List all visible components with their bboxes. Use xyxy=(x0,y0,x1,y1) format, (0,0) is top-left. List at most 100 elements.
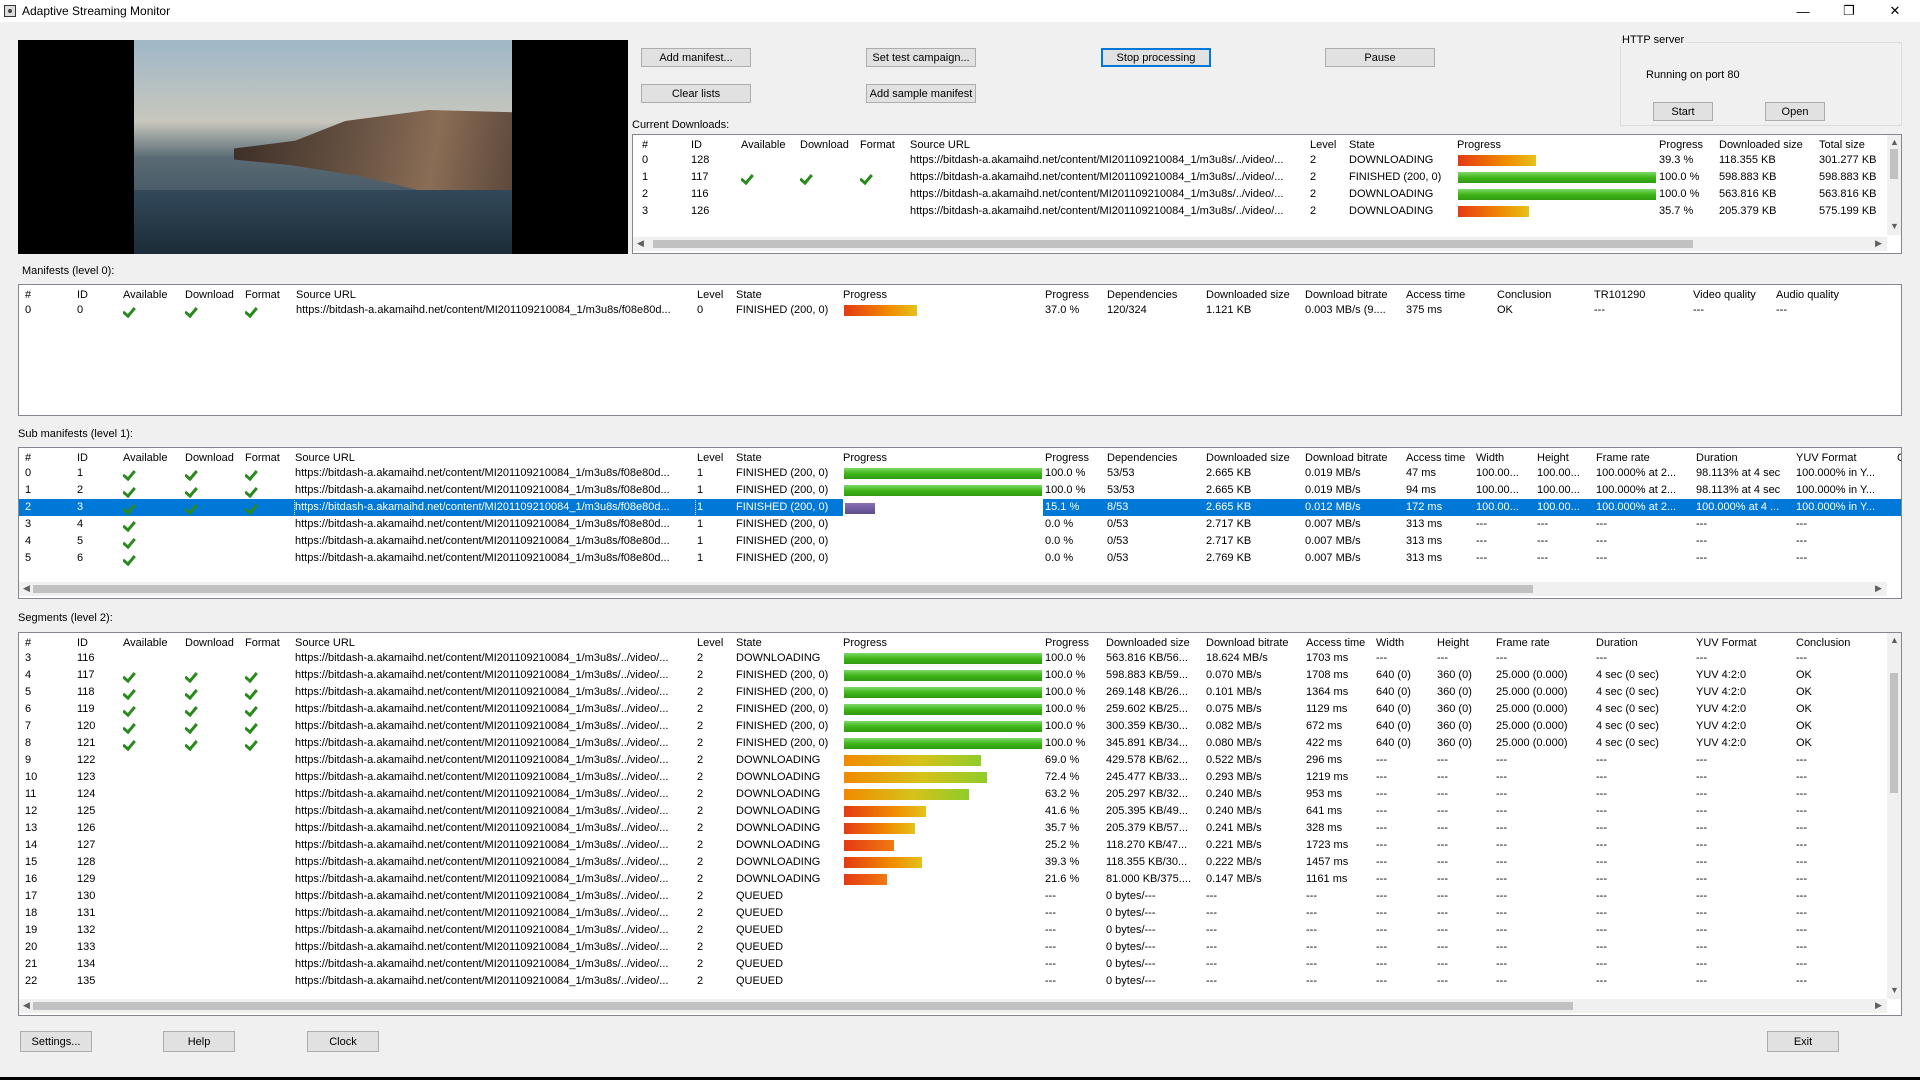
scroll-thumb[interactable] xyxy=(1890,673,1898,793)
cell-w: 640 (0) xyxy=(1376,720,1411,732)
stop-processing-button[interactable]: Stop processing xyxy=(1101,48,1211,67)
add-sample-manifest-button[interactable]: Add sample manifest xyxy=(866,84,976,103)
scroll-right-icon[interactable]: ▶ xyxy=(1875,583,1882,594)
cell-id: 4 xyxy=(77,518,84,530)
segments-list[interactable]: # ID Available Download Format Source URL Leve… xyxy=(18,632,1902,1016)
clear-lists-button[interactable]: Clear lists xyxy=(641,84,751,103)
scroll-right-icon[interactable]: ▶ xyxy=(1875,238,1882,249)
scroll-down-icon[interactable]: ▼ xyxy=(1890,985,1899,995)
help-button[interactable]: Help xyxy=(163,1031,235,1052)
table-row[interactable]: 21 134 https://bitdash-a.akamaihd.net/cont… xyxy=(19,956,1901,973)
table-row[interactable]: 3 4 https://bitdash-a.akamaihd.net/content… xyxy=(19,516,1901,533)
maximize-button[interactable]: ❐ xyxy=(1826,0,1872,22)
manifests-list[interactable]: # ID Available Download Format Source URL Leve… xyxy=(18,284,1902,416)
add-manifest-button[interactable]: Add manifest... xyxy=(641,48,751,67)
exit-button[interactable]: Exit xyxy=(1767,1031,1839,1052)
cell-h: --- xyxy=(1437,856,1448,868)
scroll-up-icon[interactable]: ▲ xyxy=(1890,635,1899,645)
cell-dl: 2.717 KB xyxy=(1206,535,1252,547)
sub-manifests-label: Sub manifests (level 1): xyxy=(18,428,133,440)
minimize-button[interactable]: — xyxy=(1780,0,1826,22)
table-row[interactable]: 13 126 https://bitdash-a.akamaihd.net/cont… xyxy=(19,820,1901,837)
table-row[interactable]: 14 127 https://bitdash-a.akamaihd.net/cont… xyxy=(19,837,1901,854)
table-row[interactable]: 0 0 https://bitdash-a.akamaihd.net/content… xyxy=(19,302,1901,319)
table-row[interactable]: 0 128 https://bitdash-a.akamaihd.net/conte… xyxy=(633,152,1901,169)
cell-yuv: --- xyxy=(1796,552,1807,564)
cell-yuv: --- xyxy=(1696,958,1707,970)
http-open-button[interactable]: Open xyxy=(1765,102,1825,121)
checkmark-icon xyxy=(245,305,259,315)
table-row[interactable]: 11 124 https://bitdash-a.akamaihd.net/cont… xyxy=(19,786,1901,803)
close-button[interactable]: ✕ xyxy=(1872,0,1918,22)
progress-bar xyxy=(843,465,1043,482)
table-row[interactable]: 20 133 https://bitdash-a.akamaihd.net/cont… xyxy=(19,939,1901,956)
table-row[interactable]: 15 128 https://bitdash-a.akamaihd.net/cont… xyxy=(19,854,1901,871)
settings-button[interactable]: Settings... xyxy=(20,1031,92,1052)
check-cell xyxy=(123,803,178,820)
table-row[interactable]: 17 130 https://bitdash-a.akamaihd.net/cont… xyxy=(19,888,1901,905)
cell-bitrate: --- xyxy=(1206,924,1217,936)
table-row[interactable]: 19 132 https://bitdash-a.akamaihd.net/cont… xyxy=(19,922,1901,939)
horizontal-scrollbar[interactable]: ◀ ▶ xyxy=(19,582,1887,596)
checkmark-icon xyxy=(123,502,137,512)
cell-bitrate: --- xyxy=(1206,975,1217,987)
cell-fr: --- xyxy=(1496,941,1507,953)
scroll-left-icon[interactable]: ◀ xyxy=(637,238,644,249)
table-row[interactable]: 3 126 https://bitdash-a.akamaihd.net/conte… xyxy=(633,203,1901,220)
scroll-thumb[interactable] xyxy=(33,585,1533,593)
check-cell xyxy=(123,956,178,973)
check-cell xyxy=(185,499,240,516)
table-row[interactable]: 9 122 https://bitdash-a.akamaihd.net/conte… xyxy=(19,752,1901,769)
clock-button[interactable]: Clock xyxy=(307,1031,379,1052)
cell-state: QUEUED xyxy=(736,958,784,970)
table-row[interactable]: 2 3 https://bitdash-a.akamaihd.net/content… xyxy=(19,498,1901,517)
vertical-scrollbar[interactable]: ▲ ▼ xyxy=(1887,135,1901,235)
scroll-thumb[interactable] xyxy=(33,1002,1573,1010)
scroll-thumb[interactable] xyxy=(653,240,1693,248)
check-cell xyxy=(123,922,178,939)
http-start-button[interactable]: Start xyxy=(1653,102,1713,121)
table-row[interactable]: 16 129 https://bitdash-a.akamaihd.net/cont… xyxy=(19,871,1901,888)
progress-bar xyxy=(843,482,1043,499)
cell-vq: --- xyxy=(1693,304,1704,316)
current-downloads-list[interactable]: # ID Available Download Format Source URL Leve… xyxy=(632,134,1902,254)
check-cell xyxy=(123,973,178,990)
sub-manifests-list[interactable]: # ID Available Download Format Source URL Leve… xyxy=(18,447,1902,599)
scroll-left-icon[interactable]: ◀ xyxy=(23,1000,30,1011)
cell-access: 1457 ms xyxy=(1306,856,1349,868)
table-row[interactable]: 1 2 https://bitdash-a.akamaihd.net/content… xyxy=(19,482,1901,499)
set-test-campaign-button[interactable]: Set test campaign... xyxy=(866,48,976,67)
pause-button[interactable]: Pause xyxy=(1325,48,1435,67)
cell-dur: --- xyxy=(1596,839,1607,851)
horizontal-scrollbar[interactable]: ◀ ▶ xyxy=(633,237,1887,251)
table-row[interactable]: 1 117 https://bitdash-a.akamaihd.net/conte… xyxy=(633,169,1901,186)
cell-w: --- xyxy=(1376,771,1387,783)
scroll-right-icon[interactable]: ▶ xyxy=(1875,1000,1882,1011)
table-row[interactable]: 8 121 https://bitdash-a.akamaihd.net/conte… xyxy=(19,735,1901,752)
table-row[interactable]: 0 1 https://bitdash-a.akamaihd.net/content… xyxy=(19,465,1901,482)
table-row[interactable]: 10 123 https://bitdash-a.akamaihd.net/cont… xyxy=(19,769,1901,786)
table-row[interactable]: 3 116 https://bitdash-a.akamaihd.net/conte… xyxy=(19,650,1901,667)
table-row[interactable]: 2 116 https://bitdash-a.akamaihd.net/conte… xyxy=(633,186,1901,203)
table-row[interactable]: 12 125 https://bitdash-a.akamaihd.net/cont… xyxy=(19,803,1901,820)
table-row[interactable]: 4 5 https://bitdash-a.akamaihd.net/content… xyxy=(19,533,1901,550)
table-row[interactable]: 7 120 https://bitdash-a.akamaihd.net/conte… xyxy=(19,718,1901,735)
cell-yuv: --- xyxy=(1696,805,1707,817)
vertical-scrollbar[interactable]: ▲ ▼ xyxy=(1887,633,1901,999)
table-row[interactable]: 5 118 https://bitdash-a.akamaihd.net/conte… xyxy=(19,684,1901,701)
horizontal-scrollbar[interactable]: ◀ ▶ xyxy=(19,999,1887,1013)
cell-url: https://bitdash-a.akamaihd.net/content/M… xyxy=(295,941,669,953)
check-cell xyxy=(245,905,285,922)
cell-conc: OK xyxy=(1796,703,1812,715)
table-row[interactable]: 18 131 https://bitdash-a.akamaihd.net/cont… xyxy=(19,905,1901,922)
table-row[interactable]: 4 117 https://bitdash-a.akamaihd.net/conte… xyxy=(19,667,1901,684)
table-row[interactable]: 5 6 https://bitdash-a.akamaihd.net/content… xyxy=(19,550,1901,567)
progress-fill xyxy=(844,823,915,834)
scroll-left-icon[interactable]: ◀ xyxy=(23,583,30,594)
scroll-thumb[interactable] xyxy=(1890,149,1898,179)
table-row[interactable]: 22 135 https://bitdash-a.akamaihd.net/cont… xyxy=(19,973,1901,990)
scroll-up-icon[interactable]: ▲ xyxy=(1890,137,1899,147)
scroll-down-icon[interactable]: ▼ xyxy=(1890,221,1899,231)
cell-url: https://bitdash-a.akamaihd.net/content/M… xyxy=(295,805,669,817)
table-row[interactable]: 6 119 https://bitdash-a.akamaihd.net/conte… xyxy=(19,701,1901,718)
